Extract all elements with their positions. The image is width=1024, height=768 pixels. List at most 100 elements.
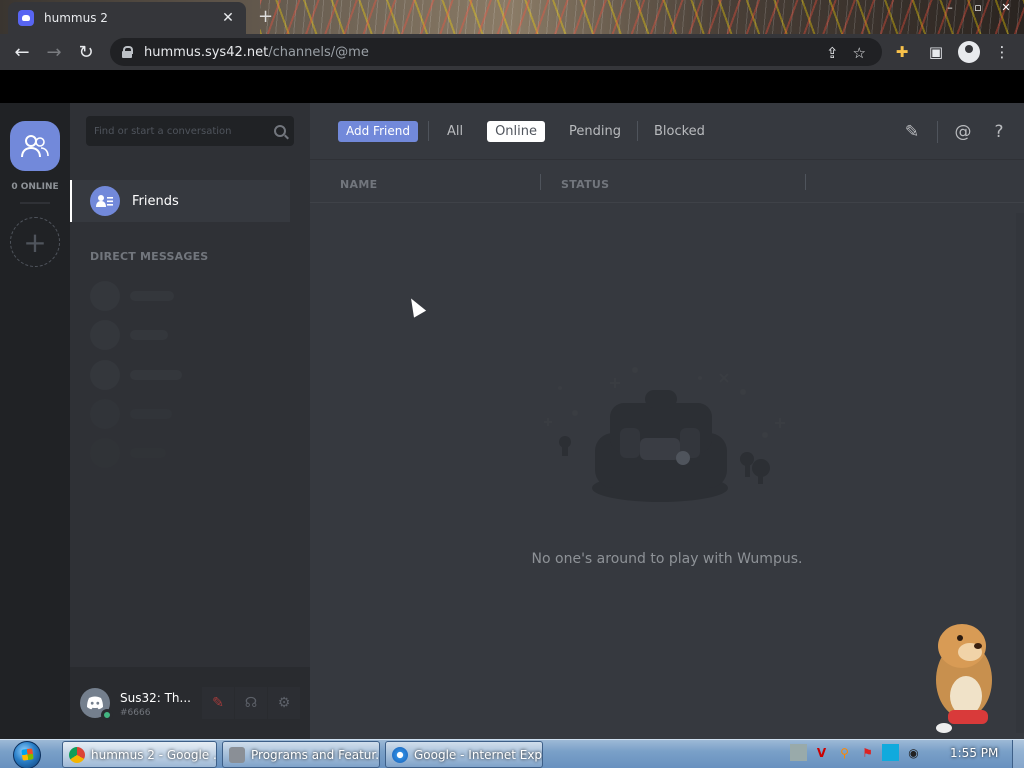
discord-logo-icon bbox=[87, 696, 103, 710]
windows-start-orb-icon bbox=[13, 740, 41, 768]
search-placeholder: Find or start a conversation bbox=[94, 125, 232, 137]
close-window-button[interactable]: ✕ bbox=[992, 0, 1020, 16]
taskbar-button-ie[interactable]: Google - Internet Exp... bbox=[385, 741, 543, 768]
screen: hummus 2 ✕ + – ▫ ✕ ← → ↻ hummus.sys42.ne… bbox=[0, 0, 1024, 768]
column-name[interactable]: NAME bbox=[340, 178, 377, 191]
dm-placeholder bbox=[90, 360, 182, 390]
browser-tab[interactable]: hummus 2 ✕ bbox=[8, 2, 246, 34]
guild-list: 0 ONLINE + bbox=[0, 103, 70, 739]
tray-monitor-icon[interactable] bbox=[882, 744, 899, 761]
forward-arrow-icon[interactable]: → bbox=[38, 36, 70, 68]
header-divider bbox=[427, 121, 429, 141]
add-server-button[interactable]: + bbox=[10, 217, 60, 267]
avatar[interactable] bbox=[80, 688, 113, 721]
mentions-at-icon[interactable]: @ bbox=[952, 121, 974, 143]
friends-table-header: NAME STATUS bbox=[310, 160, 1024, 203]
header-actions: ✎ @ ? bbox=[887, 121, 1010, 143]
tab-all[interactable]: All bbox=[439, 121, 471, 142]
show-desktop-button[interactable] bbox=[1012, 740, 1024, 768]
add-friend-button[interactable]: Add Friend bbox=[338, 120, 418, 142]
dm-placeholder bbox=[90, 438, 166, 468]
page-top-bar bbox=[0, 70, 1024, 103]
guild-separator bbox=[20, 202, 50, 204]
username: Sus32: Th... bbox=[120, 691, 191, 705]
start-button[interactable] bbox=[8, 740, 46, 768]
dm-placeholder bbox=[90, 399, 172, 429]
bookmark-star-icon[interactable]: ☆ bbox=[853, 44, 866, 62]
omnibox-actions: ⇪ ☆ bbox=[826, 44, 866, 62]
url-host: hummus.sys42.net bbox=[144, 44, 269, 60]
tray-app-icon[interactable] bbox=[790, 744, 807, 761]
dm-placeholder bbox=[90, 320, 168, 350]
header-divider bbox=[937, 121, 938, 143]
taskbar-button-chrome[interactable]: hummus 2 - Google ... bbox=[62, 741, 217, 768]
browser-tab-strip: hummus 2 ✕ + – ▫ ✕ bbox=[0, 0, 1024, 34]
browser-toolbar-right: ✚ ▣ ⋮ bbox=[890, 34, 1014, 70]
browser-toolbar: ← → ↻ hummus.sys42.net/channels/@me ⇪ ☆ bbox=[0, 34, 1024, 70]
mute-microphone-icon[interactable]: ✎ bbox=[202, 687, 234, 719]
new-tab-button[interactable]: + bbox=[258, 6, 273, 27]
friends-label: Friends bbox=[132, 193, 179, 209]
tab-online[interactable]: Online bbox=[487, 120, 546, 142]
friends-main: Add Friend All Online Pending Blocked ✎ … bbox=[310, 103, 1024, 739]
user-settings-gear-icon[interactable]: ⚙ bbox=[268, 687, 300, 719]
online-count: 0 ONLINE bbox=[11, 182, 59, 192]
address-bar[interactable]: hummus.sys42.net/channels/@me ⇪ ☆ bbox=[110, 38, 882, 66]
discord-favicon-icon bbox=[18, 10, 34, 26]
taskbar-label: hummus 2 - Google ... bbox=[91, 747, 217, 762]
kebab-menu-icon[interactable]: ⋮ bbox=[990, 40, 1014, 64]
ie-icon bbox=[392, 746, 408, 763]
tab-close-icon[interactable]: ✕ bbox=[220, 10, 236, 26]
window-controls: – ▫ ✕ bbox=[936, 0, 1020, 16]
taskbar-clock[interactable]: 1:55 PM bbox=[950, 746, 998, 760]
programs-icon bbox=[229, 746, 245, 763]
empty-state-message: No one's around to play with Wumpus. bbox=[531, 551, 803, 567]
column-status[interactable]: STATUS bbox=[561, 178, 609, 191]
tab-pending[interactable]: Pending bbox=[561, 121, 629, 142]
discord-app: 0 ONLINE + Find or start a conversation bbox=[0, 103, 1024, 739]
share-icon[interactable]: ⇪ bbox=[826, 44, 839, 62]
header-divider bbox=[636, 121, 638, 141]
profile-avatar-icon[interactable] bbox=[958, 41, 980, 63]
column-divider bbox=[805, 174, 806, 190]
tray-search-icon[interactable]: ⚲ bbox=[836, 744, 853, 761]
url-path: /channels/@me bbox=[268, 44, 369, 60]
scrollbar[interactable] bbox=[1016, 213, 1024, 733]
tray-v-icon[interactable]: V bbox=[813, 744, 830, 761]
dm-placeholder bbox=[90, 281, 174, 311]
system-tray: V ⚲ ⚑ ◉ bbox=[790, 744, 922, 761]
new-group-dm-icon[interactable]: ✎ bbox=[901, 121, 923, 143]
taskbar-label: Google - Internet Exp... bbox=[414, 747, 543, 762]
maximize-button[interactable]: ▫ bbox=[964, 0, 992, 16]
headphones-icon[interactable]: ☊ bbox=[235, 687, 267, 719]
search-icon bbox=[274, 125, 286, 137]
tray-disc-icon[interactable]: ◉ bbox=[905, 744, 922, 761]
user-tag: #6666 bbox=[120, 708, 151, 718]
help-question-icon[interactable]: ? bbox=[988, 121, 1010, 143]
reload-icon[interactable]: ↻ bbox=[70, 36, 102, 68]
tab-title: hummus 2 bbox=[44, 11, 108, 25]
tray-flag-icon[interactable]: ⚑ bbox=[859, 744, 876, 761]
back-arrow-icon[interactable]: ← bbox=[6, 36, 38, 68]
side-panel-icon[interactable]: ▣ bbox=[924, 40, 948, 64]
dm-sidebar: Find or start a conversation Friends DIR… bbox=[70, 103, 310, 739]
user-controls: ✎ ☊ ⚙ bbox=[202, 687, 301, 719]
minimize-button[interactable]: – bbox=[936, 0, 964, 16]
online-status-icon bbox=[101, 709, 113, 721]
friends-list-icon bbox=[90, 186, 120, 216]
direct-messages-header: DIRECT MESSAGES bbox=[90, 250, 209, 263]
lock-icon bbox=[122, 46, 133, 58]
column-divider bbox=[540, 174, 541, 190]
conversation-search-input[interactable]: Find or start a conversation bbox=[86, 116, 294, 146]
taskbar-button-programs[interactable]: Programs and Featur... bbox=[222, 741, 380, 768]
taskbar-label: Programs and Featur... bbox=[251, 747, 380, 762]
windows-taskbar: hummus 2 - Google ... Programs and Featu… bbox=[0, 739, 1024, 768]
friends-header: Add Friend All Online Pending Blocked ✎ … bbox=[310, 103, 1024, 160]
sidebar-item-friends[interactable]: Friends bbox=[70, 180, 290, 222]
home-friends-button[interactable] bbox=[10, 121, 60, 171]
user-panel: Sus32: Th... #6666 ✎ ☊ ⚙ bbox=[70, 667, 310, 739]
tab-blocked[interactable]: Blocked bbox=[646, 121, 713, 142]
chrome-icon bbox=[69, 746, 85, 763]
desktop-pet-hamster-image bbox=[936, 624, 992, 733]
extensions-puzzle-icon[interactable]: ✚ bbox=[890, 40, 914, 64]
